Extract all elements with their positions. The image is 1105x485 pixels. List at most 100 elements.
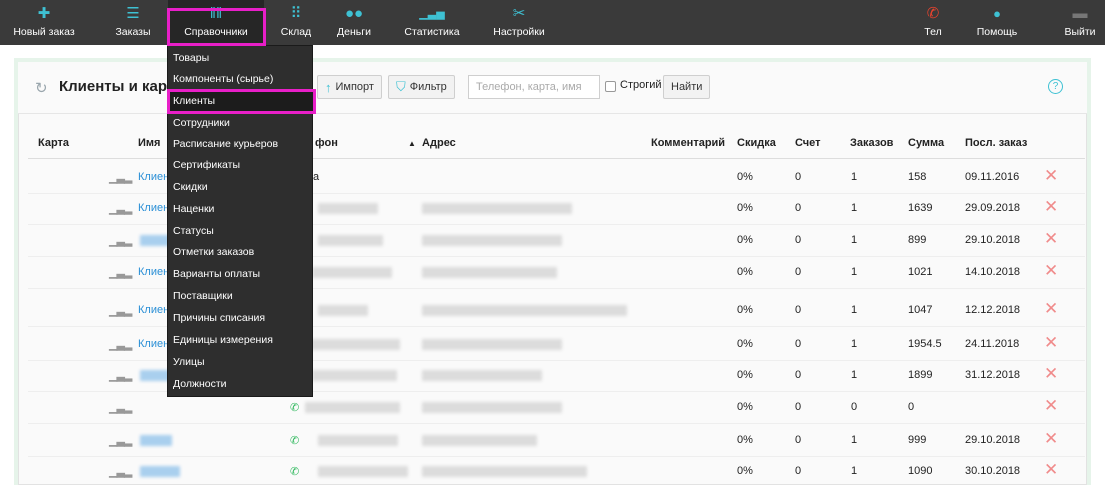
- stats-icon[interactable]: ▁▃▂: [109, 465, 132, 478]
- menu-item-9[interactable]: Отметки заказов: [173, 246, 254, 258]
- stats-icon[interactable]: ▁▃▂: [109, 369, 132, 382]
- redacted-phone: [318, 466, 408, 477]
- account-cell: 0: [795, 234, 802, 246]
- last-order-cell: 09.11.2016: [965, 171, 1020, 183]
- redacted-address: [422, 435, 537, 446]
- col-sum[interactable]: Сумма: [908, 137, 944, 149]
- nav-warehouse[interactable]: ⠿ Склад: [274, 0, 318, 45]
- stats-icon[interactable]: ▁▃▂: [109, 234, 132, 247]
- delete-icon[interactable]: ✕: [1044, 460, 1058, 480]
- top-navbar: ✚ Новый заказ ☰ Заказы ‖‖ Справочники ⠿ …: [0, 0, 1105, 45]
- menu-item-8[interactable]: Статусы: [173, 225, 214, 237]
- filter-button[interactable]: ⛉ Фильтр: [388, 75, 455, 99]
- redacted-name[interactable]: [140, 466, 180, 477]
- nav-statistics[interactable]: ▁▃▅ Статистика: [397, 0, 467, 45]
- orders-cell: 1: [851, 202, 858, 214]
- page-title: Клиенты и карт: [59, 78, 175, 95]
- menu-item-10[interactable]: Варианты оплаты: [173, 268, 260, 280]
- redacted-address: [422, 267, 557, 278]
- redacted-phone: [318, 305, 368, 316]
- col-last-order[interactable]: Посл. заказ: [965, 137, 1027, 149]
- menu-item-7[interactable]: Наценки: [173, 203, 214, 215]
- menu-item-15[interactable]: Должности: [173, 378, 227, 390]
- sum-cell: 1090: [908, 465, 933, 477]
- menu-item-14[interactable]: Улицы: [173, 356, 205, 368]
- menu-item-0[interactable]: Товары: [173, 52, 209, 64]
- row-divider: [28, 423, 1085, 424]
- redacted-address: [422, 370, 542, 381]
- orders-cell: 1: [851, 171, 858, 183]
- nav-new-order[interactable]: ✚ Новый заказ: [8, 0, 80, 45]
- discount-cell: 0%: [737, 171, 753, 183]
- delete-icon[interactable]: ✕: [1044, 299, 1058, 319]
- col-phone[interactable]: фон: [315, 137, 338, 149]
- col-address[interactable]: ▲ Адрес: [408, 137, 456, 149]
- stats-icon[interactable]: ▁▃▂: [109, 434, 132, 447]
- discount-cell: 0%: [737, 369, 753, 381]
- sum-cell: 1954.5: [908, 338, 942, 350]
- col-orders[interactable]: Заказов: [850, 137, 893, 149]
- menu-item-5[interactable]: Сертификаты: [173, 159, 240, 171]
- menu-item-1[interactable]: Компоненты (сырье): [173, 73, 273, 85]
- redacted-address: [422, 235, 562, 246]
- menu-item-13[interactable]: Единицы измерения: [173, 334, 273, 346]
- nav-orders[interactable]: ☰ Заказы: [110, 0, 156, 45]
- import-button[interactable]: ↑ Импорт: [317, 75, 382, 99]
- phone-icon: ✆: [926, 5, 940, 22]
- account-cell: 0: [795, 465, 802, 477]
- delete-icon[interactable]: ✕: [1044, 429, 1058, 449]
- orders-cell: 1: [851, 234, 858, 246]
- delete-icon[interactable]: ✕: [1044, 364, 1058, 384]
- redacted-address: [422, 466, 587, 477]
- delete-icon[interactable]: ✕: [1044, 197, 1058, 217]
- col-comment[interactable]: Комментарий: [651, 137, 725, 149]
- nav-logout[interactable]: ▬ Выйти: [1060, 0, 1100, 45]
- delete-icon[interactable]: ✕: [1044, 166, 1058, 186]
- list-icon: ☰: [126, 5, 140, 22]
- menu-item-3[interactable]: Сотрудники: [173, 117, 230, 129]
- menu-item-6[interactable]: Скидки: [173, 181, 208, 193]
- nav-phone[interactable]: ✆ Тел: [918, 0, 948, 45]
- orders-cell: 0: [851, 401, 858, 413]
- sum-cell: 0: [908, 401, 915, 413]
- delete-icon[interactable]: ✕: [1044, 396, 1058, 416]
- stats-icon[interactable]: ▁▃▂: [109, 171, 132, 184]
- nav-money[interactable]: ●● Деньги: [330, 0, 378, 45]
- col-card[interactable]: Карта: [38, 137, 69, 149]
- last-order-cell: 31.12.2018: [965, 369, 1021, 381]
- delete-icon[interactable]: ✕: [1044, 261, 1058, 281]
- account-cell: 0: [795, 338, 802, 350]
- stats-icon[interactable]: ▁▃▂: [109, 401, 132, 414]
- help-circle-icon[interactable]: ?: [1048, 79, 1063, 94]
- account-cell: 0: [795, 202, 802, 214]
- strict-checkbox[interactable]: [605, 81, 616, 92]
- highlight-directories: [167, 8, 266, 46]
- last-order-cell: 12.12.2018: [965, 304, 1021, 316]
- delete-icon[interactable]: ✕: [1044, 333, 1058, 353]
- menu-item-4[interactable]: Расписание курьеров: [173, 138, 278, 150]
- discount-cell: 0%: [737, 401, 753, 413]
- sum-cell: 158: [908, 171, 927, 183]
- nav-help[interactable]: ● Помощь: [968, 0, 1026, 45]
- redacted-address: [422, 402, 562, 413]
- col-account[interactable]: Счет: [795, 137, 821, 149]
- coins-icon: ●●: [344, 5, 364, 22]
- col-discount[interactable]: Скидка: [737, 137, 776, 149]
- stats-icon[interactable]: ▁▃▂: [109, 266, 132, 279]
- col-name[interactable]: Имя: [138, 137, 160, 149]
- menu-item-11[interactable]: Поставщики: [173, 290, 233, 302]
- discount-cell: 0%: [737, 465, 753, 477]
- search-input[interactable]: Телефон, карта, имя: [468, 75, 600, 99]
- refresh-icon[interactable]: ↻: [35, 79, 48, 97]
- stats-icon[interactable]: ▁▃▂: [109, 304, 132, 317]
- nav-settings[interactable]: ✂ Настройки: [484, 0, 554, 45]
- stats-icon[interactable]: ▁▃▂: [109, 338, 132, 351]
- find-button[interactable]: Найти: [663, 75, 711, 99]
- delete-icon[interactable]: ✕: [1044, 229, 1058, 249]
- redacted-name[interactable]: [140, 435, 172, 446]
- discount-cell: 0%: [737, 234, 753, 246]
- sort-asc-icon: ▲: [408, 139, 416, 148]
- discount-cell: 0%: [737, 266, 753, 278]
- stats-icon[interactable]: ▁▃▂: [109, 202, 132, 215]
- menu-item-12[interactable]: Причины списания: [173, 312, 265, 324]
